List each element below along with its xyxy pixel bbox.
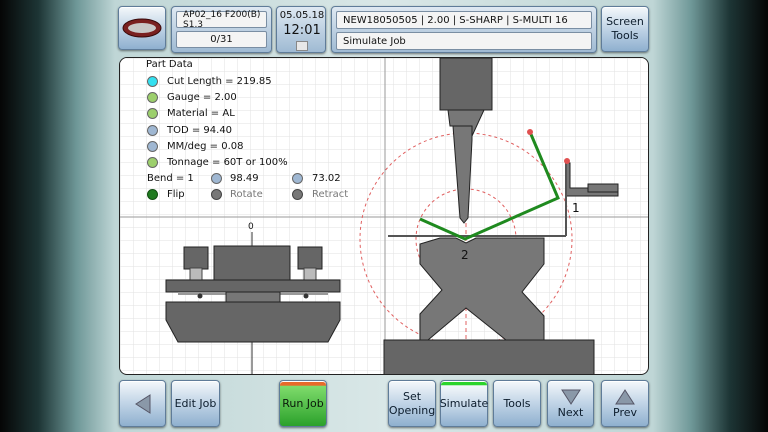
value-b-indicator-icon[interactable] [292, 173, 303, 184]
back-button[interactable] [119, 380, 166, 427]
bend-label-2: 2 [461, 248, 469, 262]
bend-label-1: 1 [572, 201, 580, 215]
material-text: Material = AL [167, 108, 235, 119]
tonnage-indicator-icon [147, 157, 158, 168]
grid-and-drawing [120, 58, 648, 374]
set-opening-button[interactable]: Set Opening [388, 380, 436, 427]
time-text: 12:01 [283, 23, 321, 38]
retract-toggle-icon[interactable] [292, 189, 303, 200]
program-field[interactable]: AP02_16 F200(B) S1.3 [176, 10, 267, 30]
value-b-text: 73.02 [312, 173, 341, 184]
flip-label[interactable]: Flip [167, 189, 185, 200]
arrow-up-icon [615, 388, 635, 404]
mode-field: Simulate Job [336, 32, 592, 50]
tonnage-text: Tonnage = 60T or 100% [167, 157, 288, 168]
tod-text: TOD = 94.40 [167, 125, 233, 136]
prev-button[interactable]: Prev [601, 380, 649, 427]
logo-icon [122, 18, 162, 38]
arrow-down-icon [560, 389, 581, 405]
next-button[interactable]: Next [547, 380, 594, 427]
logo-button[interactable] [118, 6, 166, 50]
flip-toggle-icon[interactable] [147, 189, 158, 200]
part-data-title: Part Data [146, 59, 193, 70]
edit-job-button[interactable]: Edit Job [171, 380, 220, 427]
retract-label[interactable]: Retract [312, 189, 348, 200]
prev-label: Prev [613, 405, 637, 419]
simulate-button[interactable]: Simulate [440, 380, 488, 427]
mm-deg-text: MM/deg = 0.08 [167, 141, 244, 152]
next-label: Next [557, 405, 584, 419]
date-text: 05.05.18 [279, 10, 325, 21]
simulation-canvas[interactable]: Part Data Cut Length = 219.85 Gauge = 2.… [119, 57, 649, 375]
job-info-field: NEW18050505 | 2.00 | S-SHARP | S-MULTI 1… [336, 11, 592, 29]
arrow-left-icon [134, 393, 150, 414]
value-a-text: 98.49 [230, 173, 259, 184]
zero-axis-label: 0 [248, 222, 254, 232]
tod-indicator-icon [147, 125, 158, 136]
mm-deg-indicator-icon [147, 141, 158, 152]
bend-text: Bend = 1 [147, 173, 194, 184]
cut-length-indicator-icon [147, 76, 158, 87]
battery-icon [296, 41, 308, 51]
screen-tools-button[interactable]: Screen Tools [601, 6, 649, 52]
clock-panel: 05.05.18 12:01 [276, 6, 326, 53]
program-panel: AP02_16 F200(B) S1.3 0/31 [171, 6, 272, 53]
counter-field: 0/31 [176, 31, 267, 48]
rotate-label[interactable]: Rotate [230, 189, 263, 200]
tools-button[interactable]: Tools [493, 380, 541, 427]
gauge-indicator-icon [147, 92, 158, 103]
rotate-toggle-icon[interactable] [211, 189, 222, 200]
gauge-text: Gauge = 2.00 [167, 92, 237, 103]
run-job-button[interactable]: Run Job [279, 380, 327, 427]
job-panel: NEW18050505 | 2.00 | S-SHARP | S-MULTI 1… [331, 6, 597, 53]
material-indicator-icon [147, 108, 158, 119]
cut-length-text: Cut Length = 219.85 [167, 76, 272, 87]
value-a-indicator-icon[interactable] [211, 173, 222, 184]
